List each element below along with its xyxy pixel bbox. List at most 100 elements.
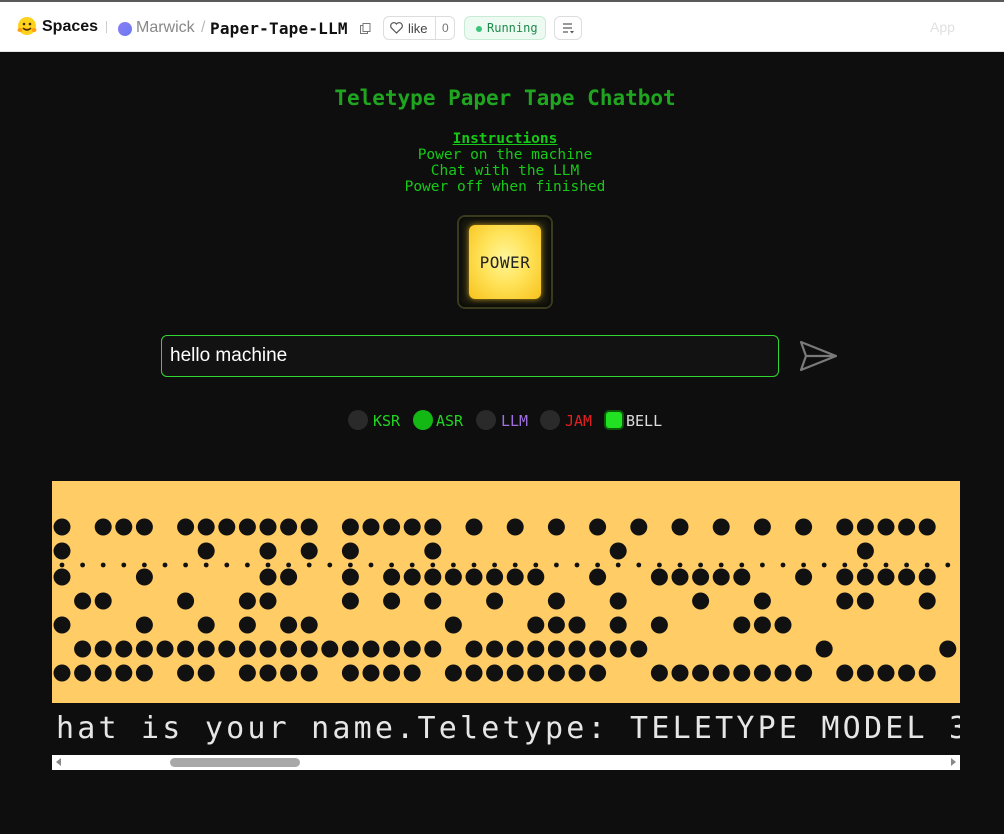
sprocket-hole	[368, 562, 374, 568]
hugging-face-icon[interactable]	[16, 15, 38, 37]
sprocket-hole	[389, 562, 394, 568]
punch-hole	[177, 640, 195, 658]
scrollbar-thumb[interactable]	[170, 758, 300, 767]
punch-hole	[547, 616, 565, 634]
punch-hole	[259, 542, 277, 560]
send-icon[interactable]	[799, 339, 839, 373]
punch-hole	[712, 664, 730, 682]
jam-indicator-label: JAM	[565, 412, 593, 430]
punch-hole	[547, 592, 565, 610]
punch-hole	[403, 664, 421, 682]
punch-hole	[589, 518, 607, 536]
scroll-left-arrow-icon[interactable]	[56, 758, 61, 766]
status-badge[interactable]: Running	[464, 16, 546, 40]
punch-hole	[836, 518, 854, 536]
sprocket-hole	[533, 562, 539, 568]
punch-hole	[836, 568, 854, 586]
punch-hole	[753, 616, 771, 634]
punch-hole	[53, 664, 71, 682]
punch-hole	[650, 568, 668, 586]
punch-hole	[53, 542, 71, 560]
punch-hole	[547, 518, 565, 536]
power-button-label: POWER	[479, 253, 531, 272]
punch-hole	[609, 592, 627, 610]
punch-hole	[712, 568, 730, 586]
punch-hole	[774, 664, 792, 682]
punch-hole	[259, 568, 277, 586]
punch-hole	[486, 640, 504, 658]
repo-name-link[interactable]: Paper-Tape-LLM	[210, 19, 348, 38]
punch-hole	[259, 518, 277, 536]
sprocket-hole	[821, 562, 827, 568]
sprocket-hole	[512, 562, 518, 568]
punch-hole	[300, 518, 318, 536]
punch-hole	[383, 664, 401, 682]
sprocket-hole	[739, 562, 745, 568]
punch-hole	[53, 568, 71, 586]
punch-hole	[135, 518, 153, 536]
punch-hole	[115, 518, 133, 536]
punch-hole	[465, 518, 483, 536]
instruction-line: Power on the machine	[417, 147, 593, 163]
sprocket-hole	[780, 562, 786, 568]
punch-hole	[630, 640, 648, 658]
punch-hole	[589, 568, 607, 586]
punch-hole	[465, 664, 483, 682]
like-label: like	[408, 21, 428, 36]
punch-hole	[94, 664, 112, 682]
punch-hole	[486, 592, 504, 610]
punch-hole	[465, 640, 483, 658]
power-button[interactable]: POWER	[469, 225, 541, 299]
punch-hole	[424, 542, 442, 560]
like-button[interactable]: like 0	[383, 16, 455, 40]
space-menu-button[interactable]	[554, 16, 582, 40]
asr-indicator-light	[413, 410, 433, 430]
punch-hole	[692, 664, 710, 682]
punch-hole	[650, 664, 668, 682]
punch-hole	[135, 568, 153, 586]
chat-input[interactable]	[161, 335, 779, 377]
punch-hole	[238, 518, 256, 536]
paper-tape-viewport[interactable]: hat is your name.Teletype: TELETYPE MODE…	[52, 481, 960, 771]
punch-hole	[403, 568, 421, 586]
ksr-indicator-label: KSR	[373, 412, 401, 430]
punch-hole	[362, 640, 380, 658]
copy-icon[interactable]	[360, 23, 371, 34]
sprocket-hole	[595, 562, 600, 568]
owner-avatar[interactable]	[118, 22, 132, 36]
punch-hole	[692, 568, 710, 586]
punch-hole	[218, 518, 236, 536]
punch-hole	[300, 664, 318, 682]
punch-hole	[589, 640, 607, 658]
punch-hole	[300, 542, 318, 560]
sprocket-hole	[492, 562, 497, 568]
punch-hole	[94, 518, 112, 536]
punch-hole	[733, 664, 751, 682]
punch-hole	[177, 664, 195, 682]
punch-hole	[341, 640, 359, 658]
sprocket-hole	[657, 562, 662, 568]
punch-hole	[341, 568, 359, 586]
punch-hole	[424, 592, 442, 610]
punch-hole	[918, 568, 936, 586]
owner-link[interactable]: Marwick	[136, 19, 195, 37]
scroll-right-arrow-icon[interactable]	[951, 758, 956, 766]
punch-hole	[898, 664, 916, 682]
path-separator: /	[201, 19, 206, 36]
sprocket-hole	[348, 562, 353, 568]
punch-hole	[424, 568, 442, 586]
punch-hole	[486, 664, 504, 682]
punch-hole	[877, 518, 895, 536]
punch-hole	[898, 518, 916, 536]
ksr-indicator-light	[348, 410, 368, 430]
punch-hole	[197, 664, 215, 682]
app-tab[interactable]: App	[930, 19, 955, 35]
tape-horizontal-scrollbar[interactable]	[52, 755, 960, 770]
punch-hole	[362, 518, 380, 536]
punch-hole	[280, 518, 298, 536]
punch-hole	[547, 664, 565, 682]
punch-hole	[774, 616, 792, 634]
sprocket-hole	[636, 562, 642, 568]
punch-hole	[712, 518, 730, 536]
spaces-link[interactable]: Spaces	[42, 18, 98, 36]
